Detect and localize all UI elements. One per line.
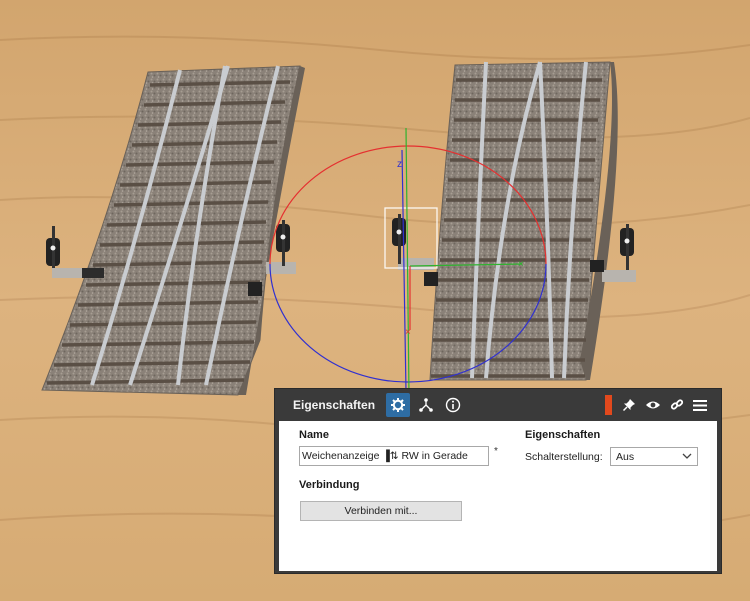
gizmo-y-marker: ×	[518, 259, 524, 270]
switch-position-select[interactable]: Aus	[610, 447, 698, 466]
name-field[interactable]: Weichenanzeige ▐⇅ RW in Gerade	[299, 446, 489, 466]
menu-icon	[693, 399, 707, 411]
properties-panel: Eigenschaften Name Weichenanzeige ▐⇅ RW …	[274, 388, 722, 574]
menu-button[interactable]	[688, 393, 712, 417]
pin-icon	[622, 399, 635, 412]
link-icon	[670, 399, 684, 410]
gizmo-x-marker: ×	[405, 327, 411, 338]
required-mark: *	[494, 446, 498, 457]
connect-button[interactable]: Verbinden mit...	[300, 501, 462, 521]
panel-header: Eigenschaften	[275, 389, 721, 421]
properties-label: Eigenschaften	[525, 429, 601, 441]
panel-title: Eigenschaften	[293, 398, 376, 412]
panel-body: Name Weichenanzeige ▐⇅ RW in Gerade * Ei…	[279, 421, 717, 571]
visibility-button[interactable]	[641, 393, 665, 417]
right-track[interactable]	[429, 61, 618, 381]
gear-icon	[391, 398, 405, 412]
gizmo-z-label: z	[397, 159, 402, 170]
chevron-down-icon	[682, 453, 692, 459]
eye-icon	[646, 401, 660, 409]
tab-hierarchy[interactable]	[414, 393, 438, 417]
connection-label: Verbindung	[299, 479, 360, 491]
tab-settings[interactable]	[386, 393, 410, 417]
tab-info[interactable]	[441, 393, 465, 417]
link-button[interactable]	[665, 393, 689, 417]
accent-bar	[605, 395, 612, 415]
info-icon	[445, 397, 461, 413]
switch-position-value: Aus	[616, 451, 635, 463]
switch-position-label: Schalterstellung:	[525, 451, 603, 463]
name-label: Name	[299, 429, 329, 441]
hierarchy-icon	[419, 398, 433, 412]
pin-button[interactable]	[617, 393, 641, 417]
